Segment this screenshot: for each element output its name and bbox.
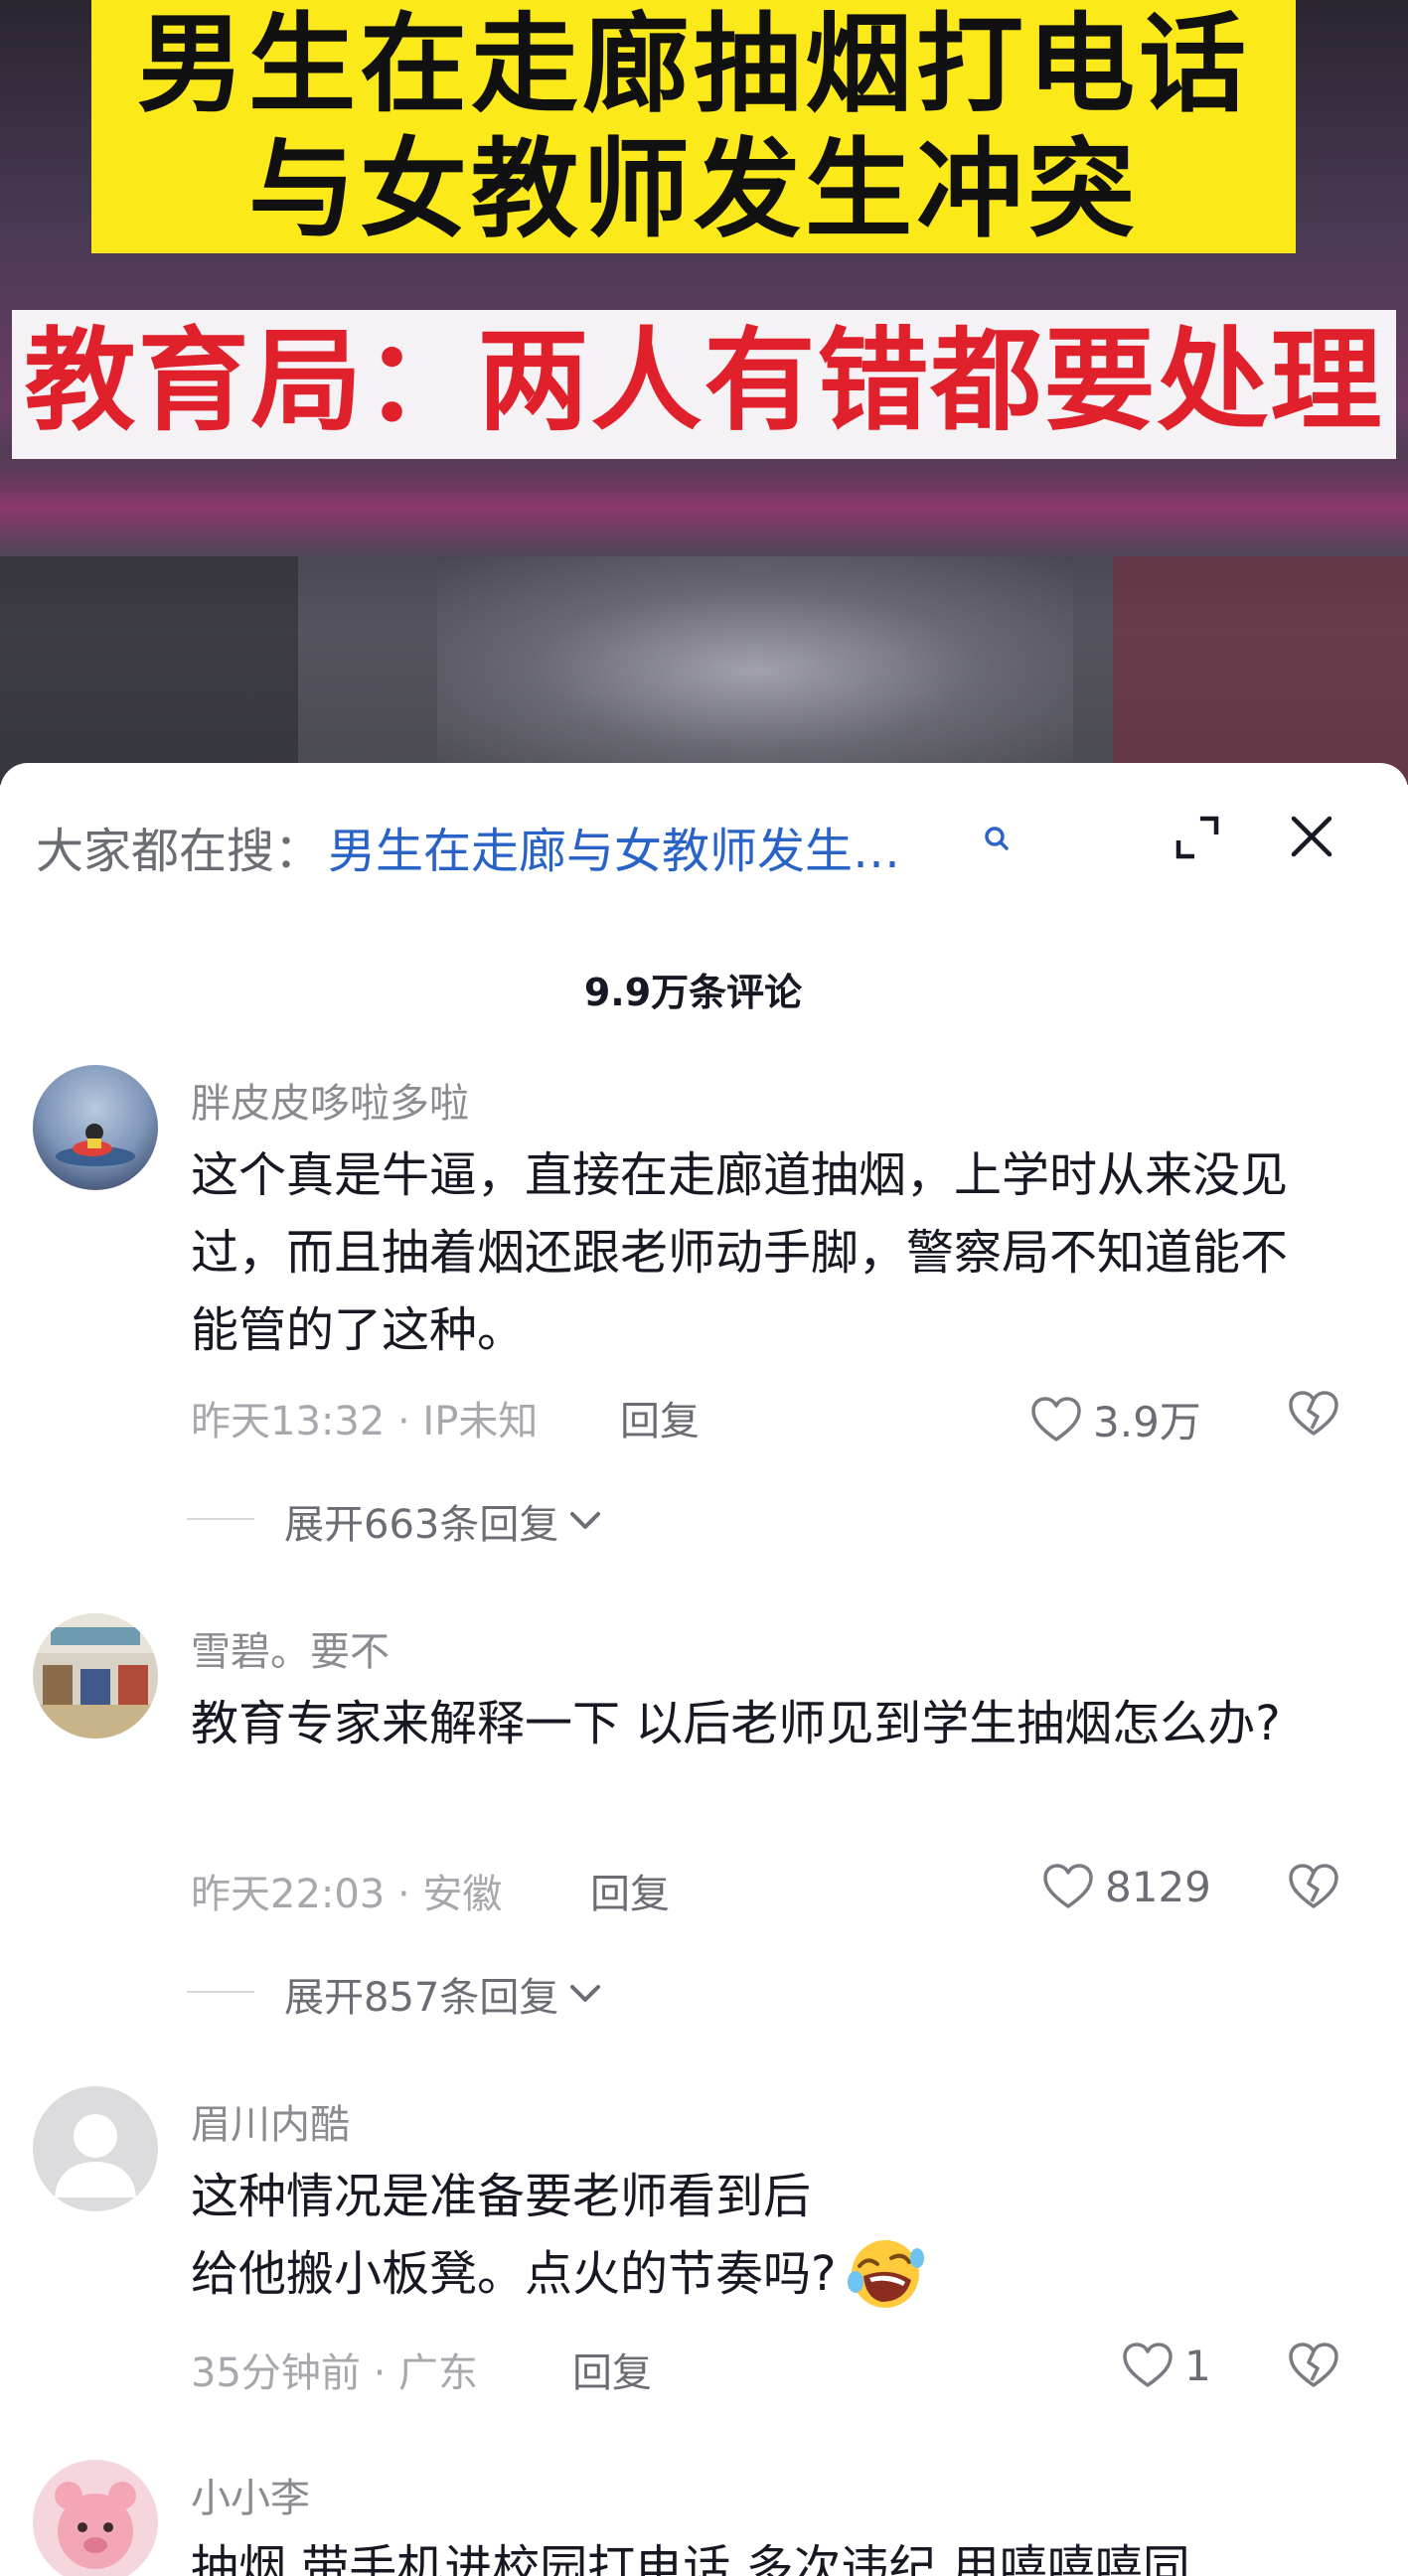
like-count: 8129 (1105, 1862, 1211, 1911)
expand-replies-label: 展开857条回复 (284, 1975, 559, 2021)
avatar[interactable] (33, 1613, 158, 1739)
expand-icon[interactable] (1173, 813, 1222, 862)
avatar[interactable] (33, 1065, 158, 1190)
expand-replies-button[interactable]: 展开857条回复 (284, 1965, 602, 2023)
divider (187, 1518, 254, 1520)
comment-meta: 昨天13:32 · IP未知 (191, 1399, 539, 1444)
broken-heart-icon[interactable] (1288, 1389, 1339, 1439)
like-button[interactable]: 8129 (1041, 1862, 1211, 1911)
related-search-label: 大家都在搜： (36, 824, 323, 879)
comment-text: 教育专家来解释一下 以后老师见到学生抽烟怎么办? (191, 1696, 1281, 1751)
avatar[interactable] (33, 2086, 158, 2211)
comment-username[interactable]: 小小李 (191, 2466, 310, 2523)
video-headline-line1: 男生在走廊抽烟打电话 (136, 3, 1250, 127)
video-backdrop (0, 556, 298, 785)
reply-button[interactable]: 回复 (572, 2341, 652, 2398)
video-player[interactable]: 男生在走廊抽烟打电话 与女教师发生冲突 教育局：两人有错都要处理 (0, 0, 1408, 785)
video-headline-line3: 教育局：两人有错都要处理 (24, 317, 1384, 446)
expand-replies-label: 展开663条回复 (284, 1502, 559, 1548)
video-backdrop (437, 556, 1073, 785)
video-backdrop (0, 452, 1408, 561)
reply-button[interactable]: 回复 (620, 1389, 700, 1446)
comment-count: 9.9万条评论 (583, 971, 803, 1014)
broken-heart-icon[interactable] (1288, 2341, 1339, 2390)
video-headline-line2: 与女教师发生冲突 (247, 128, 1139, 252)
divider (187, 1991, 254, 1993)
comment-meta: 35分钟前 · 广东 (191, 2350, 479, 2396)
comment-username[interactable]: 眉川内酷 (191, 2092, 350, 2150)
chevron-down-icon (570, 1985, 601, 2002)
comment-text-line: 这种情况是准备要老师看到后 (191, 2169, 812, 2224)
comment-text: 这个真是牛逼，直接在走廊道抽烟，上学时从来没见过，而且抽着烟还跟老师动手脚，警察… (191, 1147, 1289, 1358)
close-icon[interactable] (1286, 811, 1337, 862)
related-search-link[interactable]: 男生在走廊与女教师发生… (328, 812, 900, 881)
like-button[interactable]: 3.9万 (1029, 1389, 1201, 1449)
avatar[interactable] (33, 2460, 158, 2576)
reply-button[interactable]: 回复 (590, 1862, 670, 1919)
related-search-bar[interactable]: 大家都在搜： 男生在走廊与女教师发生… (36, 817, 900, 879)
comment-meta: 昨天22:03 · 安徽 (191, 1872, 503, 1917)
expand-replies-button[interactable]: 展开663条回复 (284, 1492, 602, 1550)
heart-icon (1031, 1396, 1081, 1441)
search-icon[interactable] (982, 825, 1012, 854)
comment-username[interactable]: 雪碧。要不 (191, 1619, 390, 1677)
comment-text: 抽烟 带手机进校园打电话 多次违纪 用嘻嘻嘻同 (191, 2540, 1190, 2576)
comment-text-content: 给他搬小板凳。点火的节奏吗? (191, 2246, 837, 2302)
heart-icon (1123, 2343, 1173, 2387)
like-count: 1 (1184, 2341, 1211, 2390)
chevron-down-icon (570, 1512, 601, 1529)
comment-text-line: 给他搬小板凳。点火的节奏吗? (191, 2235, 1333, 2313)
comment-username[interactable]: 胖皮皮哆啦多啦 (191, 1071, 469, 1129)
laughing-emoji-icon (848, 2240, 925, 2308)
heart-icon (1043, 1864, 1093, 1908)
like-count: 3.9万 (1093, 1398, 1201, 1446)
broken-heart-icon[interactable] (1288, 1862, 1339, 1911)
like-button[interactable]: 1 (1121, 2341, 1211, 2390)
video-backdrop (1113, 556, 1408, 785)
